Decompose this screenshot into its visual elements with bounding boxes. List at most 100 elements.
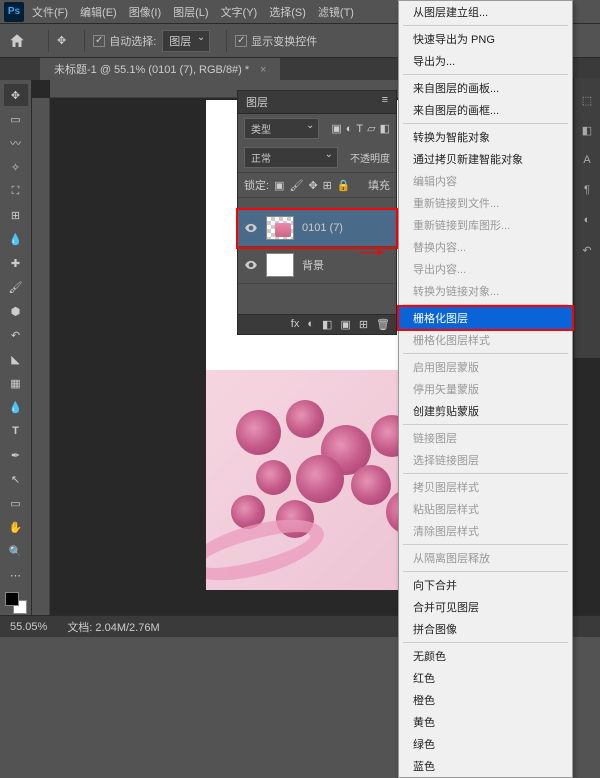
tool-wand[interactable]: ✧ xyxy=(4,156,28,178)
doc-size: 文档: 2.04M/2.76M xyxy=(67,619,159,635)
blend-mode[interactable]: 正常 xyxy=(244,147,338,168)
context-item: 清除图层样式 xyxy=(399,520,572,542)
tab-close-icon[interactable]: × xyxy=(260,64,266,76)
tool-type[interactable]: T xyxy=(4,420,28,442)
tool-edit-toolbar[interactable]: ⋯ xyxy=(4,564,28,586)
fgbg-swatch[interactable] xyxy=(5,592,27,614)
annotation-arrow: → xyxy=(350,236,392,262)
tool-crop[interactable]: ⛶ xyxy=(4,180,28,202)
layer-name[interactable]: 背景 xyxy=(302,257,324,273)
filter-type-icon[interactable]: T xyxy=(356,123,363,135)
visibility-icon[interactable] xyxy=(244,221,258,235)
context-item[interactable]: 红色 xyxy=(399,667,572,689)
context-item[interactable]: 导出为... xyxy=(399,50,572,72)
toolbar: ✥ ▭ 〰 ✧ ⛶ ⊞ 💧 ✚ 🖌 ⬢ ↶ ◣ ▦ 💧 T ✒ ↖ ▭ ✋ 🔍 … xyxy=(0,80,32,615)
filter-smart-icon[interactable]: ◧ xyxy=(380,122,390,135)
context-item[interactable]: 来自图层的画板... xyxy=(399,77,572,99)
tool-shape[interactable]: ▭ xyxy=(4,492,28,514)
context-item[interactable]: 从图层建立组... xyxy=(399,1,572,23)
context-item: 粘贴图层样式 xyxy=(399,498,572,520)
tool-eraser[interactable]: ◣ xyxy=(4,348,28,370)
context-item: 从隔离图层释放 xyxy=(399,547,572,569)
group-icon[interactable]: ▣ xyxy=(340,318,350,331)
lock-artboard-icon[interactable]: ⊞ xyxy=(323,179,332,192)
show-transform-checkbox[interactable] xyxy=(235,35,247,47)
context-item[interactable]: 向下合并 xyxy=(399,574,572,596)
context-item[interactable]: 绿色 xyxy=(399,733,572,755)
zoom-value[interactable]: 55.05% xyxy=(10,621,47,633)
tool-gradient[interactable]: ▦ xyxy=(4,372,28,394)
tool-lasso[interactable]: 〰 xyxy=(4,132,28,154)
context-item: 拷贝图层样式 xyxy=(399,476,572,498)
lock-position-icon[interactable]: ✥ xyxy=(308,179,317,192)
context-item[interactable]: 栅格化图层 xyxy=(399,307,572,329)
lock-brush-icon[interactable]: 🖌 xyxy=(289,179,303,192)
context-item[interactable]: 通过拷贝新建智能对象 xyxy=(399,148,572,170)
menu-image[interactable]: 图像(I) xyxy=(129,4,161,20)
auto-select-checkbox[interactable] xyxy=(93,35,105,47)
lock-pixels-icon[interactable]: ▣ xyxy=(274,179,284,192)
tool-brush[interactable]: 🖌 xyxy=(4,276,28,298)
context-item[interactable]: 黄色 xyxy=(399,711,572,733)
panel-icon[interactable]: ⬚ xyxy=(579,92,595,108)
tool-blur[interactable]: 💧 xyxy=(4,396,28,418)
fill-label: 填充 xyxy=(368,177,390,193)
visibility-icon[interactable] xyxy=(244,258,258,272)
filter-kind[interactable]: 类型 xyxy=(244,118,319,139)
image-content xyxy=(206,370,426,590)
show-transform-label: 显示变换控件 xyxy=(251,33,317,49)
context-item[interactable]: 转换为智能对象 xyxy=(399,126,572,148)
context-item[interactable]: 创建剪贴蒙版 xyxy=(399,400,572,422)
tool-move[interactable]: ✥ xyxy=(4,84,28,106)
context-item[interactable]: 橙色 xyxy=(399,689,572,711)
delete-icon[interactable]: 🗑 xyxy=(376,318,390,331)
context-item: 导出内容... xyxy=(399,258,572,280)
home-icon[interactable] xyxy=(8,32,26,50)
panel-icon[interactable]: ◐ xyxy=(579,212,595,228)
tool-heal[interactable]: ✚ xyxy=(4,252,28,274)
layers-tab[interactable]: 图层 xyxy=(246,94,268,110)
context-item: 替换内容... xyxy=(399,236,572,258)
menu-layer[interactable]: 图层(L) xyxy=(173,4,208,20)
menu-edit[interactable]: 编辑(E) xyxy=(80,4,117,20)
document-tab[interactable]: 未标题-1 @ 55.1% (0101 (7), RGB/8#) * × xyxy=(40,58,280,80)
menu-file[interactable]: 文件(F) xyxy=(32,4,68,20)
layer-thumb xyxy=(266,253,294,277)
lock-all-icon[interactable]: 🔒 xyxy=(337,179,351,192)
panel-icon[interactable]: ◧ xyxy=(579,122,595,138)
auto-select-dropdown[interactable]: 图层 xyxy=(162,30,210,52)
panel-icon[interactable]: ↶ xyxy=(579,242,595,258)
context-item: 转换为链接对象... xyxy=(399,280,572,302)
layer-name[interactable]: 0101 (7) xyxy=(302,222,343,234)
mask-icon[interactable]: ◐ xyxy=(307,318,314,331)
menu-filter[interactable]: 滤镜(T) xyxy=(318,4,354,20)
adjust-icon[interactable]: ◧ xyxy=(322,318,332,331)
tool-hand[interactable]: ✋ xyxy=(4,516,28,538)
panel-icon[interactable]: ¶ xyxy=(579,182,595,198)
context-item[interactable]: 快速导出为 PNG xyxy=(399,28,572,50)
filter-shape-icon[interactable]: ▱ xyxy=(367,122,375,135)
tool-marquee[interactable]: ▭ xyxy=(4,108,28,130)
fx-icon[interactable]: fx xyxy=(291,318,300,331)
tool-pen[interactable]: ✒ xyxy=(4,444,28,466)
context-item[interactable]: 无颜色 xyxy=(399,645,572,667)
context-item[interactable]: 蓝色 xyxy=(399,755,572,777)
move-tool-icon: ✥ xyxy=(57,34,66,47)
menu-select[interactable]: 选择(S) xyxy=(269,4,306,20)
panel-icon[interactable]: A xyxy=(579,152,595,168)
tool-eyedropper[interactable]: 💧 xyxy=(4,228,28,250)
context-item[interactable]: 合并可见图层 xyxy=(399,596,572,618)
new-layer-icon[interactable]: ⊞ xyxy=(359,318,368,331)
context-item[interactable]: 来自图层的画框... xyxy=(399,99,572,121)
auto-select-label: 自动选择: xyxy=(109,33,156,49)
panel-menu-icon[interactable]: ≡ xyxy=(382,94,388,110)
tool-zoom[interactable]: 🔍 xyxy=(4,540,28,562)
tool-stamp[interactable]: ⬢ xyxy=(4,300,28,322)
filter-adjust-icon[interactable]: ◐ xyxy=(346,123,353,135)
tool-path[interactable]: ↖ xyxy=(4,468,28,490)
tool-history[interactable]: ↶ xyxy=(4,324,28,346)
tool-frame[interactable]: ⊞ xyxy=(4,204,28,226)
menu-type[interactable]: 文字(Y) xyxy=(221,4,258,20)
context-item: 重新链接到库图形... xyxy=(399,214,572,236)
filter-image-icon[interactable]: ▣ xyxy=(331,122,341,135)
